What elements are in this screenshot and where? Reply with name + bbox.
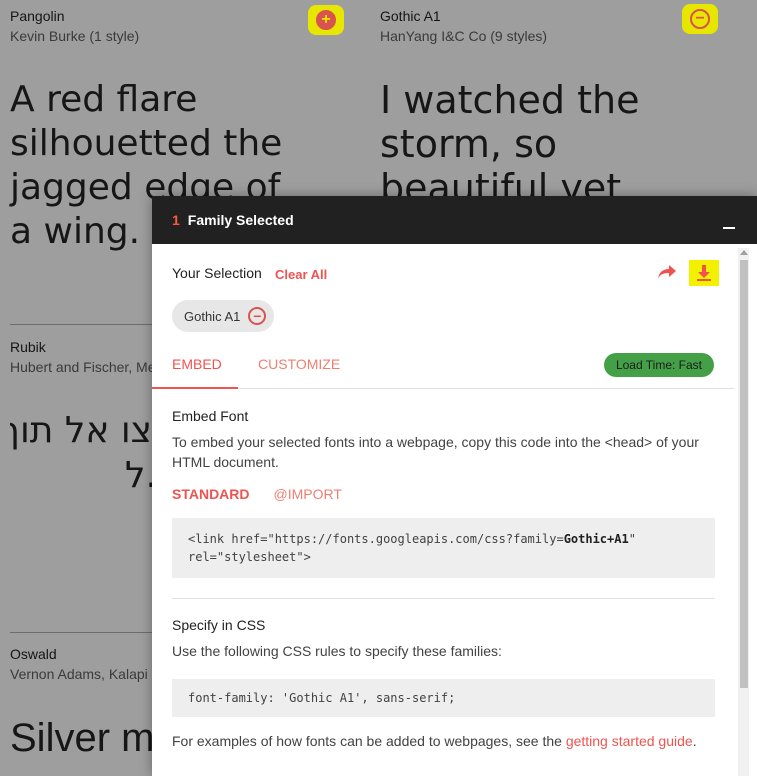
selected-family-chip: Gothic A1 − [172, 300, 275, 332]
code-link-family: Gothic+A1 [563, 532, 629, 546]
card-divider [10, 632, 152, 633]
embed-panel: Embed Font To embed your selected fonts … [172, 408, 715, 751]
font-card-pangolin[interactable]: Pangolin Kevin Burke (1 style) [10, 8, 340, 44]
embed-method-tabs: STANDARD @IMPORT [172, 486, 715, 502]
tab-import[interactable]: @IMPORT [274, 486, 342, 502]
examples-text: For examples of how fonts can be added t… [172, 731, 715, 751]
add-circle-icon: + [316, 10, 336, 30]
scroll-up-icon[interactable] [740, 250, 748, 255]
minimize-icon[interactable] [723, 227, 735, 229]
examples-pre: For examples of how fonts can be added t… [172, 733, 566, 749]
remove-family-button[interactable]: − [682, 4, 718, 34]
font-sample-text: צו אל תוך [10, 410, 152, 451]
drawer-title: Family Selected [187, 212, 294, 228]
font-name: Pangolin [10, 8, 65, 24]
font-name: Rubik [10, 339, 46, 355]
getting-started-link[interactable]: getting started guide [566, 733, 693, 749]
font-name: Gothic A1 [380, 8, 441, 24]
font-author: Hubert and Fischer, Me [10, 359, 152, 375]
font-sample-text: I watched the storm, so beautiful yet [380, 78, 640, 196]
download-icon [697, 265, 711, 281]
tab-customize[interactable]: CUSTOMIZE [258, 356, 340, 372]
css-heading: Specify in CSS [172, 617, 266, 633]
embed-code-block[interactable]: <link href="https://fonts.googleapis.com… [172, 518, 715, 578]
tab-standard[interactable]: STANDARD [172, 486, 250, 502]
font-card-oswald[interactable]: Oswald Vernon Adams, Kalapi [10, 646, 152, 682]
scroll-thumb[interactable] [740, 260, 748, 688]
remove-circle-icon: − [690, 9, 710, 29]
your-selection-label: Your Selection [172, 265, 262, 281]
family-count: 1 [172, 212, 180, 228]
font-card-gothic-a1[interactable]: Gothic A1 HanYang I&C Co (9 styles) [380, 8, 680, 44]
font-name: Oswald [10, 646, 57, 662]
chip-label: Gothic A1 [184, 308, 241, 324]
clear-all-link[interactable]: Clear All [275, 267, 327, 282]
css-description: Use the following CSS rules to specify t… [172, 643, 502, 659]
load-time-badge: Load Time: Fast [603, 353, 714, 377]
drawer-header[interactable]: 1 Family Selected [152, 196, 757, 244]
code-link-pre: <link href="https://fonts.googleapis.com… [188, 532, 564, 546]
embed-font-heading: Embed Font [172, 408, 249, 424]
share-icon[interactable] [657, 264, 677, 285]
selection-drawer: 1 Family Selected Your Selection Clear A… [152, 196, 757, 776]
font-card-rubik[interactable]: Rubik Hubert and Fischer, Me [10, 339, 152, 375]
card-divider [10, 324, 152, 325]
remove-circle-icon[interactable]: − [248, 307, 267, 325]
drawer-scrollbar[interactable] [738, 248, 749, 776]
active-tab-indicator [152, 387, 238, 389]
font-author: Kevin Burke (1 style) [10, 28, 140, 44]
font-author: Vernon Adams, Kalapi [10, 666, 148, 682]
css-code-block[interactable]: font-family: 'Gothic A1', sans-serif; [172, 679, 715, 717]
examples-post: . [692, 733, 697, 749]
add-family-button[interactable]: + [308, 5, 344, 35]
download-button[interactable] [689, 260, 719, 286]
drawer-tabs: EMBED CUSTOMIZE Load Time: Fast [152, 346, 734, 389]
section-divider [172, 598, 715, 599]
embed-description: To embed your selected fonts into a webp… [172, 434, 699, 470]
tab-embed[interactable]: EMBED [172, 356, 222, 372]
font-sample-text: Silver mis [10, 716, 152, 760]
font-author: HanYang I&C Co (9 styles) [380, 28, 548, 44]
